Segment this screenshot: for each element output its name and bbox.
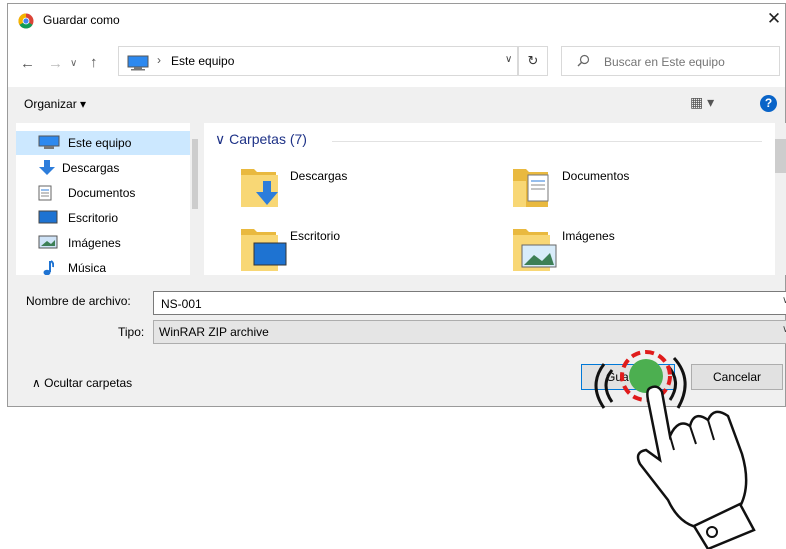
desktop-icon — [38, 210, 58, 224]
search-input[interactable] — [602, 51, 776, 73]
navigation-bar: ← → ∨ ↑ › Este equipo ∨ ↻ — [8, 37, 785, 87]
folder-label[interactable]: Descargas — [290, 169, 347, 183]
back-arrow-icon[interactable]: ← — [20, 54, 35, 74]
folder-desktop-icon[interactable] — [240, 223, 288, 273]
help-icon[interactable]: ? — [760, 95, 777, 112]
close-icon[interactable]: ✕ — [764, 9, 784, 29]
address-dropdown-chevron-icon[interactable]: ∨ — [505, 54, 512, 65]
sidebar-item-label: Música — [68, 261, 107, 275]
breadcrumb-separator: › — [157, 53, 161, 67]
title-bar: Guardar como ✕ — [8, 4, 785, 37]
search-box[interactable] — [561, 46, 780, 76]
navigation-pane[interactable]: Este equipo Descargas Documentos Escrito… — [16, 123, 198, 275]
forward-arrow-icon[interactable]: → — [48, 54, 63, 74]
sidebar-scrollbar-thumb[interactable] — [192, 139, 198, 209]
folder-label[interactable]: Imágenes — [562, 229, 615, 243]
download-icon — [39, 160, 55, 175]
click-pointer-hand-overlay — [594, 350, 756, 549]
chrome-logo-icon — [18, 13, 34, 29]
computer-icon — [127, 55, 149, 71]
search-icon — [577, 54, 590, 67]
filename-dropdown-chevron-icon[interactable]: ∨ — [782, 295, 786, 306]
sidebar-item-label: Escritorio — [68, 211, 119, 225]
filename-combobox[interactable]: ∨ — [153, 291, 786, 315]
file-type-label: Tipo: — [118, 325, 145, 339]
up-arrow-icon[interactable]: ↑ — [90, 53, 98, 73]
music-icon — [43, 260, 54, 275]
sidebar-item-documentos[interactable]: Documentos — [16, 181, 190, 205]
folder-documents-icon[interactable] — [512, 163, 554, 209]
refresh-button[interactable]: ↻ — [518, 46, 548, 76]
folder-pictures-icon[interactable] — [512, 223, 560, 273]
hide-folders-toggle[interactable]: ∧ Ocultar carpetas — [32, 376, 132, 390]
sidebar-item-descargas[interactable]: Descargas — [16, 156, 190, 180]
group-header-carpetas[interactable]: ∨ Carpetas (7) — [215, 131, 307, 148]
sidebar-item-imagenes[interactable]: Imágenes — [16, 231, 190, 255]
file-type-dropdown-chevron-icon[interactable]: ∨ — [782, 324, 786, 335]
pictures-icon — [38, 235, 58, 249]
file-list-scrollbar-thumb[interactable] — [775, 139, 786, 173]
sidebar-item-musica[interactable]: Música — [16, 256, 190, 275]
window-title: Guardar como — [43, 13, 120, 27]
folder-label[interactable]: Documentos — [562, 169, 629, 183]
sidebar-item-label: Documentos — [68, 186, 136, 200]
sidebar-item-este-equipo[interactable]: Este equipo — [16, 131, 190, 155]
recent-locations-chevron-icon[interactable]: ∨ — [70, 54, 77, 74]
file-list-scrollbar[interactable] — [775, 123, 786, 275]
command-bar: Organizar ▾ ▦ ▾ ? — [8, 87, 785, 123]
file-list-pane[interactable]: ∨ Carpetas (7) Descargas Documentos Escr… — [204, 123, 777, 275]
document-icon — [38, 185, 52, 201]
breadcrumb-este-equipo[interactable]: Este equipo — [171, 54, 234, 68]
organize-menu[interactable]: Organizar ▾ — [24, 97, 86, 111]
group-header-divider — [332, 141, 762, 142]
sidebar-scrollbar[interactable] — [190, 123, 198, 275]
view-options-icon[interactable]: ▦ ▾ — [690, 94, 714, 111]
sidebar-item-escritorio[interactable]: Escritorio — [16, 206, 190, 230]
filename-input[interactable] — [159, 294, 763, 314]
address-bar[interactable]: › Este equipo ∨ — [118, 46, 518, 76]
sidebar-item-label: Imágenes — [68, 236, 121, 250]
folder-label[interactable]: Escritorio — [290, 229, 340, 243]
computer-icon — [38, 135, 60, 149]
folder-downloads-icon[interactable] — [240, 163, 282, 209]
file-type-value: WinRAR ZIP archive — [159, 325, 269, 339]
filename-label: Nombre de archivo: — [26, 294, 131, 308]
sidebar-item-label: Descargas — [62, 161, 120, 175]
sidebar-item-label: Este equipo — [68, 136, 132, 150]
